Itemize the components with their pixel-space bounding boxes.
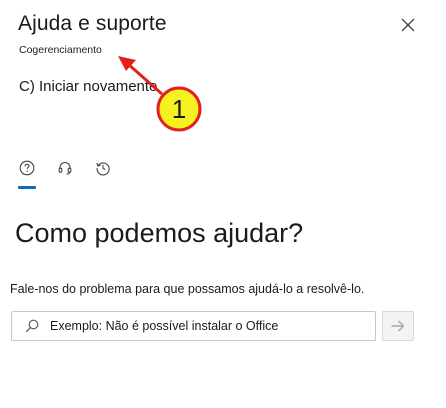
pane-subtitle: Cogerenciamento (19, 44, 102, 56)
tab-bar (14, 154, 116, 194)
pane-title: Ajuda e suporte (18, 12, 167, 35)
help-support-pane: Ajuda e suporte Cogerenciamento C) Inici… (0, 0, 446, 408)
search-submit-button[interactable] (382, 311, 414, 341)
search-box (11, 311, 376, 341)
arrow-right-icon (391, 320, 405, 332)
tab-history[interactable] (90, 154, 116, 182)
callout-arrow-head (118, 56, 136, 71)
search-input[interactable] (50, 319, 360, 333)
close-icon (401, 18, 415, 32)
search-icon (24, 318, 40, 334)
callout-annotation (118, 56, 202, 132)
headset-icon (58, 161, 72, 175)
tab-contact[interactable] (52, 154, 78, 182)
help-circle-icon (19, 160, 35, 176)
main-heading: Como podemos ajudar? (15, 218, 304, 248)
main-description: Fale-nos do problema para que possamos a… (10, 282, 365, 296)
close-button[interactable] (397, 14, 419, 36)
tab-help[interactable] (14, 154, 40, 189)
step-instruction: C) Iniciar novamente (19, 78, 158, 95)
callout-badge-number: 1 (171, 93, 187, 124)
history-icon (96, 162, 110, 176)
